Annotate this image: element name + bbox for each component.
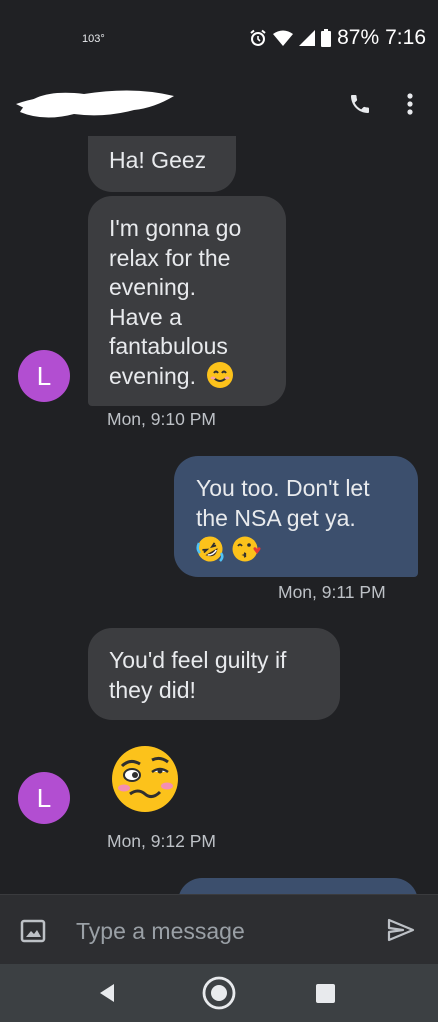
message-line-text: evening.	[109, 362, 196, 389]
send-icon	[387, 918, 415, 942]
timestamp: Mon, 9:10 PM	[107, 409, 216, 429]
avatar[interactable]: L	[18, 350, 70, 402]
signal-icon	[299, 30, 316, 46]
emoji-message[interactable]	[110, 744, 182, 816]
message-bubble[interactable]: You too. Don't let the NSA get ya.	[174, 456, 418, 577]
message-line: You'd feel guilty if	[109, 647, 287, 673]
message-line: I'm gonna go	[109, 215, 242, 241]
message-bubble[interactable]: Ha! Geez	[88, 136, 236, 192]
kissing-wink-icon	[232, 536, 261, 562]
message-line: the NSA get ya.	[196, 504, 356, 531]
avatar[interactable]: L	[18, 772, 70, 824]
battery-icon	[321, 29, 332, 47]
contact-name-redacted[interactable]	[14, 78, 179, 126]
message-line: evening.	[109, 362, 286, 392]
timestamp: Mon, 9:11 PM	[278, 582, 386, 602]
message-line: fantabulous	[109, 333, 228, 359]
back-button[interactable]	[96, 981, 120, 1005]
rolling-laughing-icon	[196, 536, 224, 562]
home-circle-icon	[202, 976, 236, 1010]
message-line: Have a	[109, 303, 182, 330]
message-line: evening.	[109, 274, 196, 300]
image-icon	[20, 919, 46, 943]
alarm-icon	[249, 29, 267, 47]
message-bubble-partial[interactable]	[178, 878, 418, 894]
attach-gallery-button[interactable]	[20, 919, 48, 943]
woozy-face-icon	[112, 746, 178, 812]
send-button[interactable]	[386, 917, 418, 945]
message-text: Ha! Geez	[109, 147, 207, 173]
home-button[interactable]	[201, 975, 237, 1011]
avatar-letter: L	[36, 360, 52, 391]
more-vert-icon	[407, 93, 413, 115]
wifi-icon	[273, 30, 294, 46]
phone-icon	[351, 95, 369, 113]
smiling-face-icon	[207, 362, 234, 389]
message-line: they did!	[109, 676, 196, 703]
clock: 7:16	[385, 26, 426, 49]
recents-button[interactable]	[316, 984, 335, 1003]
message-bubble[interactable]: You'd feel guilty if they did!	[88, 628, 340, 720]
message-line: You too. Don't let	[196, 475, 370, 501]
system-navigation-bar	[0, 964, 438, 1022]
temperature-indicator: 103°	[82, 33, 105, 45]
message-input[interactable]	[76, 911, 366, 951]
message-line: relax for the	[109, 244, 231, 271]
more-options-button[interactable]	[394, 86, 426, 122]
message-emoji-row	[196, 533, 418, 563]
status-icons: 87% 7:16	[249, 26, 426, 50]
message-bubble[interactable]: I'm gonna go relax for the evening. Have…	[88, 196, 286, 406]
avatar-letter: L	[36, 782, 52, 813]
conversation-header	[0, 64, 438, 136]
message-composer	[0, 894, 438, 964]
back-triangle-icon	[100, 984, 114, 1002]
timestamp: Mon, 9:12 PM	[107, 831, 216, 851]
battery-percent: 87%	[337, 26, 380, 49]
message-thread[interactable]: Ha! Geez I'm gonna go relax for the even…	[0, 136, 438, 894]
call-button[interactable]	[342, 86, 378, 122]
status-bar: 103° 87% 7:16	[0, 0, 438, 64]
